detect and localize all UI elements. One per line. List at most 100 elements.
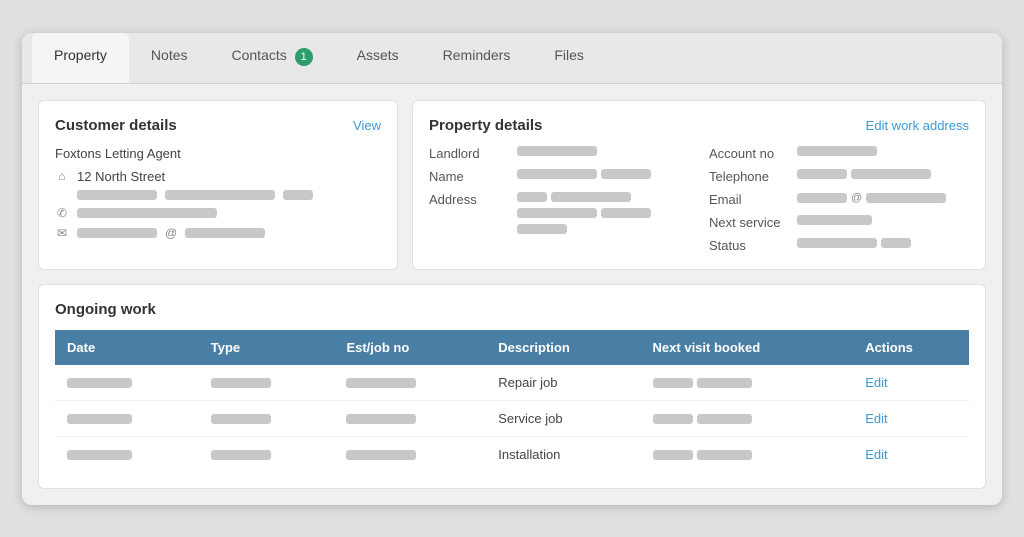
table-row: Repair job Edit: [55, 365, 969, 401]
work-table: Date Type Est/job no Description Next vi…: [55, 330, 969, 472]
row-2-date: [55, 436, 199, 472]
blur-status-2: [881, 238, 911, 248]
tab-assets[interactable]: Assets: [335, 33, 421, 83]
blur-addr-a2: [551, 192, 631, 202]
app-container: Property Notes Contacts 1 Assets Reminde…: [22, 33, 1002, 505]
prop-name-value: [517, 169, 651, 179]
phone-icon: ✆: [55, 206, 69, 220]
prop-landlord-value: [517, 146, 597, 156]
col-header-actions: Actions: [853, 330, 969, 365]
row-0-type: [199, 365, 335, 401]
prop-name-label: Name: [429, 169, 509, 184]
prop-email-value: @: [797, 192, 946, 204]
blur-account: [797, 146, 877, 156]
property-right-col: Account no Telephone: [709, 146, 969, 253]
customer-extra-address-row: [55, 190, 381, 200]
customer-email-row: ✉ @: [55, 226, 381, 240]
col-header-date: Date: [55, 330, 199, 365]
blur-landlord: [517, 146, 597, 156]
row-1-type: [199, 400, 335, 436]
blur-addr-b2: [601, 208, 651, 218]
tab-notes[interactable]: Notes: [129, 33, 210, 83]
col-header-next-visit: Next visit booked: [641, 330, 854, 365]
prop-landlord-row: Landlord: [429, 146, 689, 161]
blur-email-1: [77, 228, 157, 238]
tab-reminders[interactable]: Reminders: [421, 33, 533, 83]
view-link[interactable]: View: [353, 118, 381, 133]
edit-work-address-link[interactable]: Edit work address: [866, 118, 969, 133]
property-panel-title: Property details: [429, 117, 542, 134]
main-content: Customer details View Foxtons Letting Ag…: [22, 84, 1002, 505]
blur-phone: [77, 208, 217, 218]
row-1-date: [55, 400, 199, 436]
home-icon: ⌂: [55, 169, 69, 183]
edit-link-0[interactable]: Edit: [865, 375, 887, 390]
prop-telephone-value: [797, 169, 931, 179]
row-1-description: Service job: [486, 400, 640, 436]
prop-status-row: Status: [709, 238, 969, 253]
row-2-description: Installation: [486, 436, 640, 472]
row-0-description: Repair job: [486, 365, 640, 401]
row-1-estjob: [334, 400, 486, 436]
prop-telephone-row: Telephone: [709, 169, 969, 184]
blur-tel-1: [797, 169, 847, 179]
blur-email-p2: [866, 193, 946, 203]
row-0-next-visit: [641, 365, 854, 401]
email-icon: ✉: [55, 226, 69, 240]
customer-phone-row: ✆: [55, 206, 381, 220]
prop-name-value-row: [517, 169, 651, 179]
prop-next-service-row: Next service: [709, 215, 969, 230]
customer-panel-title: Customer details: [55, 117, 177, 134]
tab-property[interactable]: Property: [32, 33, 129, 83]
customer-details-panel: Customer details View Foxtons Letting Ag…: [38, 100, 398, 270]
col-header-estjob: Est/job no: [334, 330, 486, 365]
property-grid: Landlord Name: [429, 146, 969, 253]
property-details-panel: Property details Edit work address Landl…: [412, 100, 986, 270]
customer-address: 12 North Street: [77, 169, 165, 184]
blur-addr-a1: [517, 192, 547, 202]
row-2-type: [199, 436, 335, 472]
row-1-action[interactable]: Edit: [853, 400, 969, 436]
top-row: Customer details View Foxtons Letting Ag…: [38, 100, 986, 270]
col-header-description: Description: [486, 330, 640, 365]
edit-link-1[interactable]: Edit: [865, 411, 887, 426]
property-left-col: Landlord Name: [429, 146, 689, 253]
blur-addr-c1: [517, 224, 567, 234]
table-row: Service job Edit: [55, 400, 969, 436]
blur-email-2: [185, 228, 265, 238]
prop-status-value: [797, 238, 911, 248]
at-prop: @: [851, 192, 862, 204]
row-0-date: [55, 365, 199, 401]
property-panel-header: Property details Edit work address: [429, 117, 969, 134]
prop-email-label: Email: [709, 192, 789, 207]
blur-addr-3: [283, 190, 313, 200]
row-0-action[interactable]: Edit: [853, 365, 969, 401]
prop-status-value-row: [797, 238, 911, 248]
prop-account-value: [797, 146, 877, 156]
prop-name-row: Name: [429, 169, 689, 184]
prop-address-label: Address: [429, 192, 509, 207]
blur-name-1: [517, 169, 597, 179]
prop-addr-line2: [517, 208, 651, 218]
edit-link-2[interactable]: Edit: [865, 447, 887, 462]
blur-tel-2: [851, 169, 931, 179]
prop-account-row: Account no: [709, 146, 969, 161]
row-2-next-visit: [641, 436, 854, 472]
prop-addr-line3: [517, 224, 651, 234]
tab-files[interactable]: Files: [532, 33, 606, 83]
row-2-action[interactable]: Edit: [853, 436, 969, 472]
tab-bar: Property Notes Contacts 1 Assets Reminde…: [22, 33, 1002, 84]
ongoing-work-title: Ongoing work: [55, 301, 969, 318]
blur-status-1: [797, 238, 877, 248]
tab-contacts[interactable]: Contacts 1: [210, 33, 335, 83]
prop-email-value-row: @: [797, 192, 946, 204]
blur-email-p1: [797, 193, 847, 203]
blur-addr-b1: [517, 208, 597, 218]
prop-next-service-label: Next service: [709, 215, 789, 230]
prop-landlord-label: Landlord: [429, 146, 509, 161]
table-header-row: Date Type Est/job no Description Next vi…: [55, 330, 969, 365]
table-row: Installation Edit: [55, 436, 969, 472]
prop-addr-line1: [517, 192, 651, 202]
at-symbol: @: [165, 226, 177, 240]
prop-address-value: [517, 192, 651, 234]
